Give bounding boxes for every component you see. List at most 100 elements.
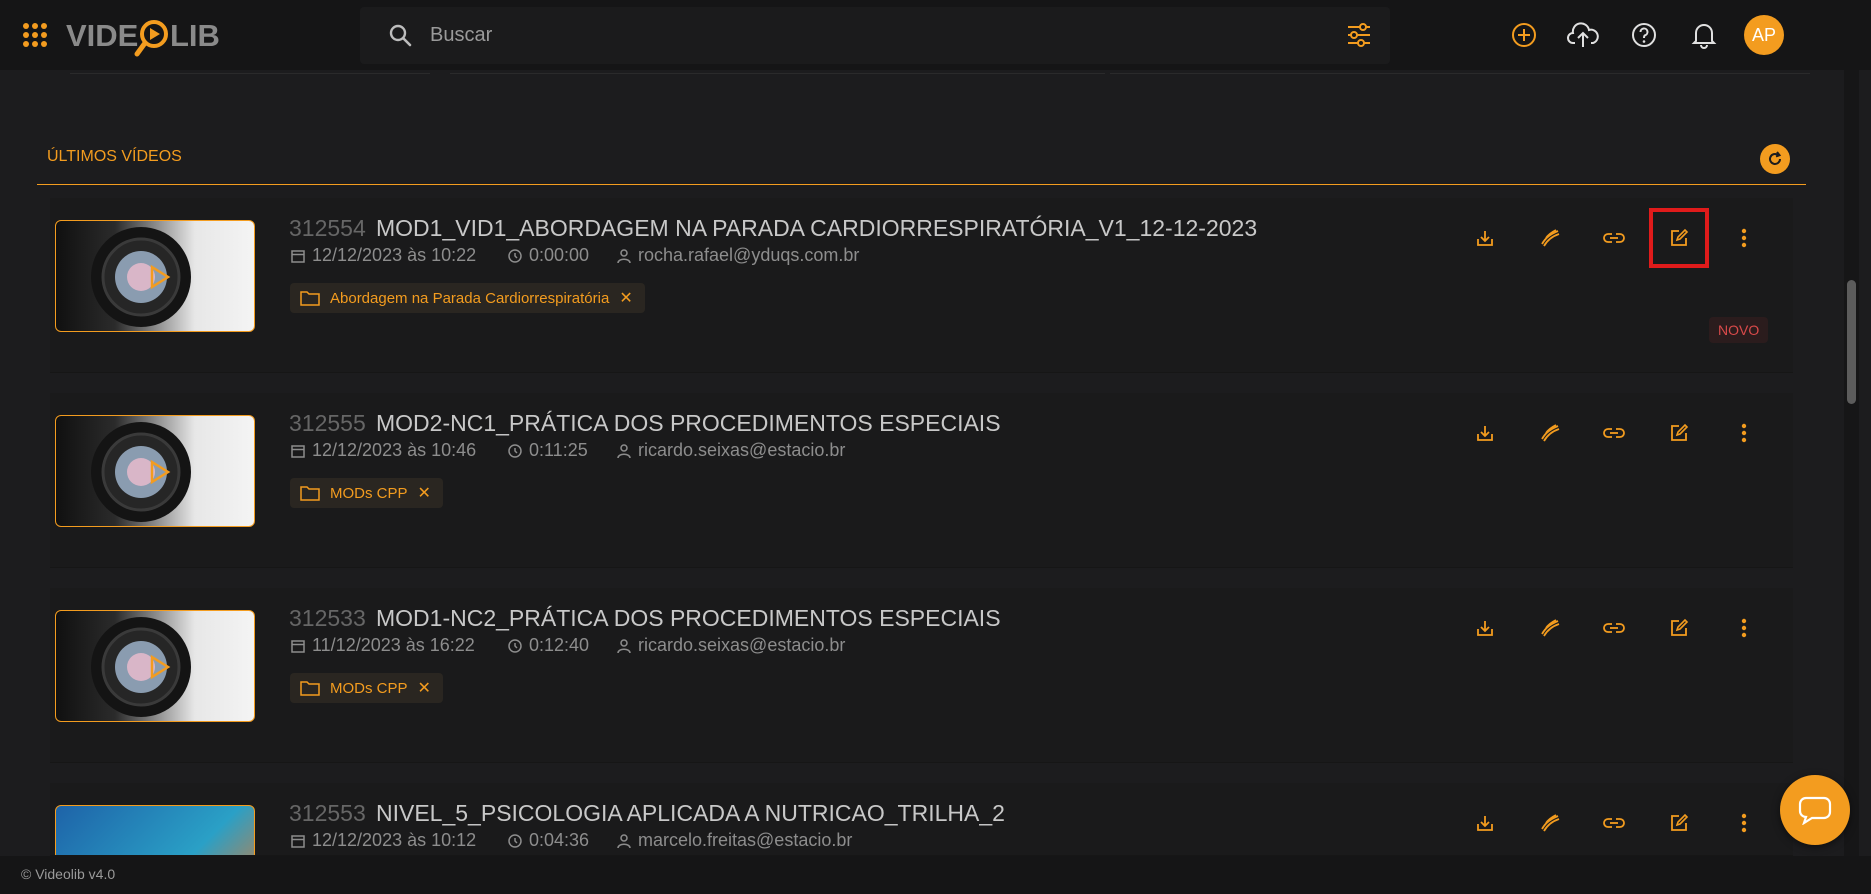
author-text: ricardo.seixas@estacio.br [638,440,846,460]
magic-icon[interactable] [1532,415,1568,451]
duration-text: 0:12:40 [529,635,590,655]
video-author: marcelo.freitas@estacio.br [616,830,852,851]
magic-icon[interactable] [1532,805,1568,841]
folder-name: Abordagem na Parada Cardiorrespiratória [330,289,610,307]
link-icon[interactable] [1596,610,1632,646]
bell-icon[interactable] [1687,18,1721,52]
author-text: rocha.rafael@yduqs.com.br [638,245,860,265]
video-thumbnail[interactable] [55,220,255,332]
remove-tag-icon[interactable]: ✕ [619,288,632,308]
help-icon[interactable] [1627,18,1661,52]
more-vert-icon[interactable] [1726,805,1762,841]
download-icon[interactable] [1467,610,1503,646]
camera-lens-image [91,617,191,717]
video-thumbnail[interactable] [55,610,255,722]
folder-tag[interactable]: MODs CPP ✕ [290,673,443,703]
remove-tag-icon[interactable]: ✕ [418,483,431,503]
clock-icon [508,833,522,848]
calendar-icon [291,444,305,458]
download-icon[interactable] [1467,805,1503,841]
user-icon [617,443,631,458]
video-id: 312555 [289,410,366,436]
more-vert-icon[interactable] [1726,415,1762,451]
folder-name: MODs CPP [330,484,408,502]
user-icon [617,248,631,263]
clock-icon [508,248,522,263]
video-thumbnail[interactable] [55,415,255,527]
filter-sliders-icon[interactable] [1346,22,1372,48]
duration-text: 0:11:25 [529,440,588,460]
calendar-icon [291,834,305,848]
video-duration: 0:04:36 [507,830,589,851]
video-date: 12/12/2023 às 10:12 [290,830,476,851]
camera-lens-image [91,422,191,522]
date-text: 11/12/2023 às 16:22 [312,635,475,655]
edit-icon[interactable] [1649,208,1709,268]
date-text: 12/12/2023 às 10:22 [312,245,477,265]
camera-lens-image [91,227,191,327]
video-title[interactable]: MOD2-NC1_PRÁTICA DOS PROCEDIMENTOS ESPEC… [376,410,1001,437]
video-duration: 0:11:25 [507,440,588,461]
scrollbar-thumb[interactable] [1847,280,1856,404]
magic-icon[interactable] [1532,610,1568,646]
chat-button[interactable] [1780,775,1850,845]
video-thumbnail[interactable] [55,805,255,856]
search-icon[interactable] [388,23,412,47]
video-card[interactable]: 312553 NIVEL_5_PSICOLOGIA APLICADA A NUT… [50,783,1793,856]
folder-icon [300,681,320,696]
folder-icon [300,291,320,306]
author-text: marcelo.freitas@estacio.br [638,830,853,850]
new-badge: NOVO [1709,317,1769,343]
video-author: ricardo.seixas@estacio.br [616,440,845,461]
scrollbar-track[interactable] [1844,70,1859,856]
faint-divider [60,70,1820,78]
edit-icon[interactable] [1661,610,1697,646]
download-icon[interactable] [1467,220,1503,256]
edit-icon[interactable] [1661,415,1697,451]
date-text: 12/12/2023 às 10:12 [312,830,477,850]
video-title[interactable]: MOD1_VID1_ABORDAGEM NA PARADA CARDIORRES… [376,215,1257,242]
folder-tag[interactable]: Abordagem na Parada Cardiorrespiratória … [290,283,645,313]
link-icon[interactable] [1596,220,1632,256]
download-icon[interactable] [1467,415,1503,451]
apps-grid-icon[interactable] [22,22,48,48]
video-duration: 0:12:40 [507,635,589,656]
more-vert-icon[interactable] [1726,610,1762,646]
calendar-icon [291,249,305,263]
folder-tag[interactable]: MODs CPP ✕ [290,478,443,508]
cloud-upload-icon[interactable] [1566,18,1600,52]
link-icon[interactable] [1596,415,1632,451]
duration-text: 0:04:36 [529,830,590,850]
search-input[interactable] [430,18,1230,52]
video-date: 11/12/2023 às 16:22 [290,635,475,656]
chat-bubble-icon [1798,796,1832,825]
top-bar: VIDE LIB AP [0,0,1871,70]
remove-tag-icon[interactable]: ✕ [418,678,431,698]
link-icon[interactable] [1596,805,1632,841]
refresh-icon [1769,151,1782,165]
logo[interactable]: VIDE LIB [66,14,226,63]
video-author: rocha.rafael@yduqs.com.br [616,245,859,266]
edit-icon[interactable] [1661,805,1697,841]
add-circle-icon[interactable] [1507,18,1541,52]
footer-copyright: © Videolib v4.0 [21,866,116,882]
avatar[interactable]: AP [1744,15,1784,55]
video-title[interactable]: MOD1-NC2_PRÁTICA DOS PROCEDIMENTOS ESPEC… [376,605,1001,632]
video-card[interactable]: 312554 MOD1_VID1_ABORDAGEM NA PARADA CAR… [50,198,1793,373]
refresh-button[interactable] [1760,144,1790,174]
video-date: 12/12/2023 às 10:46 [290,440,476,461]
folder-icon [300,486,320,501]
clock-icon [508,638,522,653]
video-id: 312533 [289,605,366,631]
svg-text:LIB: LIB [170,18,220,53]
section-title: ÚLTIMOS VÍDEOS [47,148,182,165]
more-vert-icon[interactable] [1726,220,1762,256]
video-author: ricardo.seixas@estacio.br [616,635,845,656]
svg-text:VIDE: VIDE [66,18,138,53]
calendar-icon [291,639,305,653]
video-card[interactable]: 312555 MOD2-NC1_PRÁTICA DOS PROCEDIMENTO… [50,393,1793,568]
magic-icon[interactable] [1532,220,1568,256]
video-date: 12/12/2023 às 10:22 [290,245,476,266]
video-card[interactable]: 312533 MOD1-NC2_PRÁTICA DOS PROCEDIMENTO… [50,588,1793,763]
video-title[interactable]: NIVEL_5_PSICOLOGIA APLICADA A NUTRICAO_T… [376,800,1005,827]
